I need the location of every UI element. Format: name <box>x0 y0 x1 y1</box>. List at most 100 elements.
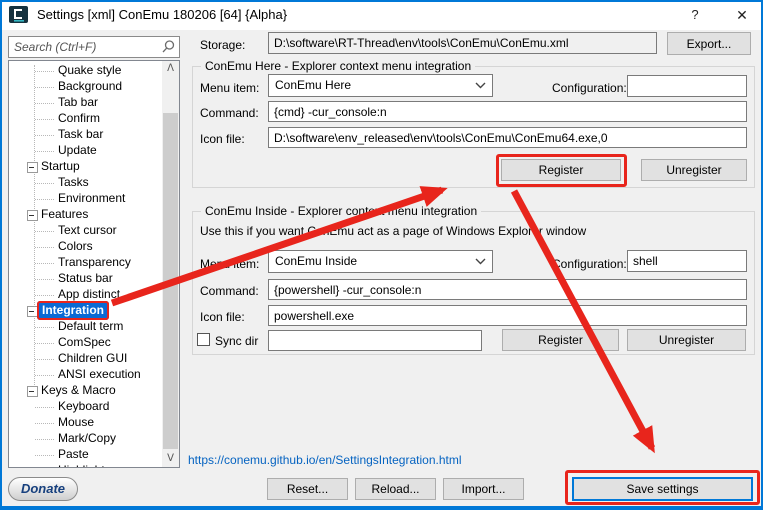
search-input[interactable] <box>8 36 180 58</box>
tree-item-comspec[interactable]: ComSpec <box>9 335 162 351</box>
tree-item-label: ANSI execution <box>58 367 141 381</box>
scrollbar-thumb[interactable] <box>163 113 178 449</box>
tree-item-features[interactable]: Features <box>9 207 162 223</box>
tree-item-label: ComSpec <box>58 335 111 349</box>
sync-dir-checkbox[interactable] <box>197 333 210 346</box>
tree-item-integration[interactable]: Integration <box>9 303 162 319</box>
tree-item-paste[interactable]: Paste <box>9 447 162 463</box>
tree-item-label: Environment <box>58 191 125 205</box>
inside-description: Use this if you want ConEmu act as a pag… <box>200 224 586 238</box>
tree-item-keys-macro[interactable]: Keys & Macro <box>9 383 162 399</box>
tree-item-label: Quake style <box>58 63 121 77</box>
tree-item-quake-style[interactable]: Quake style <box>9 63 162 79</box>
tree-item-background[interactable]: Background <box>9 79 162 95</box>
app-icon <box>9 5 29 25</box>
tree-item-label: Colors <box>58 239 93 253</box>
save-settings-button[interactable]: Save settings <box>572 477 753 501</box>
donate-button[interactable]: Donate <box>8 477 78 501</box>
settings-integration-link[interactable]: https://conemu.github.io/en/SettingsInte… <box>188 453 462 467</box>
tree-item-label: Integration <box>37 301 109 320</box>
tree-item-label: Default term <box>58 319 123 333</box>
tree-item-label: Task bar <box>58 127 103 141</box>
help-button[interactable]: ? <box>679 0 711 30</box>
command-field-here[interactable] <box>268 101 747 122</box>
icon-file-field-here[interactable] <box>268 127 747 148</box>
tree-item-mouse[interactable]: Mouse <box>9 415 162 431</box>
tree-item-label: Mouse <box>58 415 94 429</box>
scroll-down-icon[interactable]: ᐯ <box>162 451 179 467</box>
menu-item-combo-here[interactable]: ConEmu Here <box>268 74 493 97</box>
tree-item-environment[interactable]: Environment <box>9 191 162 207</box>
export-button[interactable]: Export... <box>667 32 751 55</box>
menu-item-combo-inside[interactable]: ConEmu Inside <box>268 250 493 273</box>
tree-item-label: Background <box>58 79 122 93</box>
chevron-down-icon <box>475 258 486 265</box>
storage-label: Storage: <box>200 38 245 52</box>
conemu-here-group-title: ConEmu Here - Explorer context menu inte… <box>201 59 475 73</box>
tree-item-mark-copy[interactable]: Mark/Copy <box>9 431 162 447</box>
search-icon <box>161 39 176 54</box>
settings-window: Settings [xml] ConEmu 180206 [64] {Alpha… <box>0 0 763 510</box>
sync-dir-label: Sync dir <box>215 334 258 348</box>
tree-item-children-gui[interactable]: Children GUI <box>9 351 162 367</box>
menu-item-value-inside: ConEmu Inside <box>275 251 357 272</box>
tree-item-label: App distinct <box>58 287 120 301</box>
menu-item-label-inside: Menu item: <box>200 257 259 271</box>
tree-item-label: Status bar <box>58 271 113 285</box>
tree-item-label: Text cursor <box>58 223 117 237</box>
command-label-inside: Command: <box>200 284 259 298</box>
storage-path-field[interactable] <box>268 32 657 54</box>
title-bar: Settings [xml] ConEmu 180206 [64] {Alpha… <box>0 0 763 30</box>
tree-item-tab-bar[interactable]: Tab bar <box>9 95 162 111</box>
command-field-inside[interactable] <box>268 279 747 300</box>
tree-item-label: Confirm <box>58 111 100 125</box>
tree-item-label: Tab bar <box>58 95 98 109</box>
tree-item-label: Children GUI <box>58 351 127 365</box>
menu-item-value-here: ConEmu Here <box>275 75 351 96</box>
close-icon[interactable]: ✕ <box>726 0 758 30</box>
register-button-here[interactable]: Register <box>501 159 621 181</box>
tree-item-default-term[interactable]: Default term <box>9 319 162 335</box>
reload-button[interactable]: Reload... <box>355 478 436 500</box>
tree-item-label: Keyboard <box>58 399 109 413</box>
tree-item-label: Features <box>41 207 88 221</box>
tree-item-task-bar[interactable]: Task bar <box>9 127 162 143</box>
tree-item-ansi-execution[interactable]: ANSI execution <box>9 367 162 383</box>
configuration-label-here: Configuration: <box>552 81 627 95</box>
configuration-field-inside[interactable] <box>627 250 747 272</box>
tree-item-transparency[interactable]: Transparency <box>9 255 162 271</box>
tree-item-label: Paste <box>58 447 89 461</box>
settings-tree: Quake style Background Tab bar Confirm Task … <box>8 60 180 468</box>
scroll-up-icon[interactable]: ᐱ <box>162 61 179 77</box>
import-button[interactable]: Import... <box>443 478 524 500</box>
reset-button[interactable]: Reset... <box>267 478 348 500</box>
chevron-down-icon <box>475 82 486 89</box>
command-label-here: Command: <box>200 106 259 120</box>
tree-item-highlight[interactable]: Highlight <box>9 463 162 468</box>
icon-file-field-inside[interactable] <box>268 305 747 326</box>
tree-item-label: Update <box>58 143 97 157</box>
search-box <box>8 36 180 58</box>
sync-dir-field[interactable] <box>268 330 482 351</box>
tree-item-label: Keys & Macro <box>41 383 116 397</box>
icon-file-label-inside: Icon file: <box>200 310 245 324</box>
tree-item-update[interactable]: Update <box>9 143 162 159</box>
tree-item-tasks[interactable]: Tasks <box>9 175 162 191</box>
tree-scrollbar[interactable]: ᐱ ᐯ <box>162 61 179 467</box>
tree-item-colors[interactable]: Colors <box>9 239 162 255</box>
window-title: Settings [xml] ConEmu 180206 [64] {Alpha… <box>37 0 287 30</box>
tree-item-label: Transparency <box>58 255 131 269</box>
menu-item-label-here: Menu item: <box>200 81 259 95</box>
tree-item-label: Highlight <box>58 463 105 468</box>
tree-item-keyboard[interactable]: Keyboard <box>9 399 162 415</box>
unregister-button-inside[interactable]: Unregister <box>627 329 746 351</box>
tree-item-label: Tasks <box>58 175 89 189</box>
tree-item-status-bar[interactable]: Status bar <box>9 271 162 287</box>
tree-item-startup[interactable]: Startup <box>9 159 162 175</box>
unregister-button-here[interactable]: Unregister <box>641 159 747 181</box>
register-button-inside[interactable]: Register <box>502 329 619 351</box>
icon-file-label-here: Icon file: <box>200 132 245 146</box>
configuration-field-here[interactable] <box>627 75 747 97</box>
tree-item-text-cursor[interactable]: Text cursor <box>9 223 162 239</box>
tree-item-confirm[interactable]: Confirm <box>9 111 162 127</box>
